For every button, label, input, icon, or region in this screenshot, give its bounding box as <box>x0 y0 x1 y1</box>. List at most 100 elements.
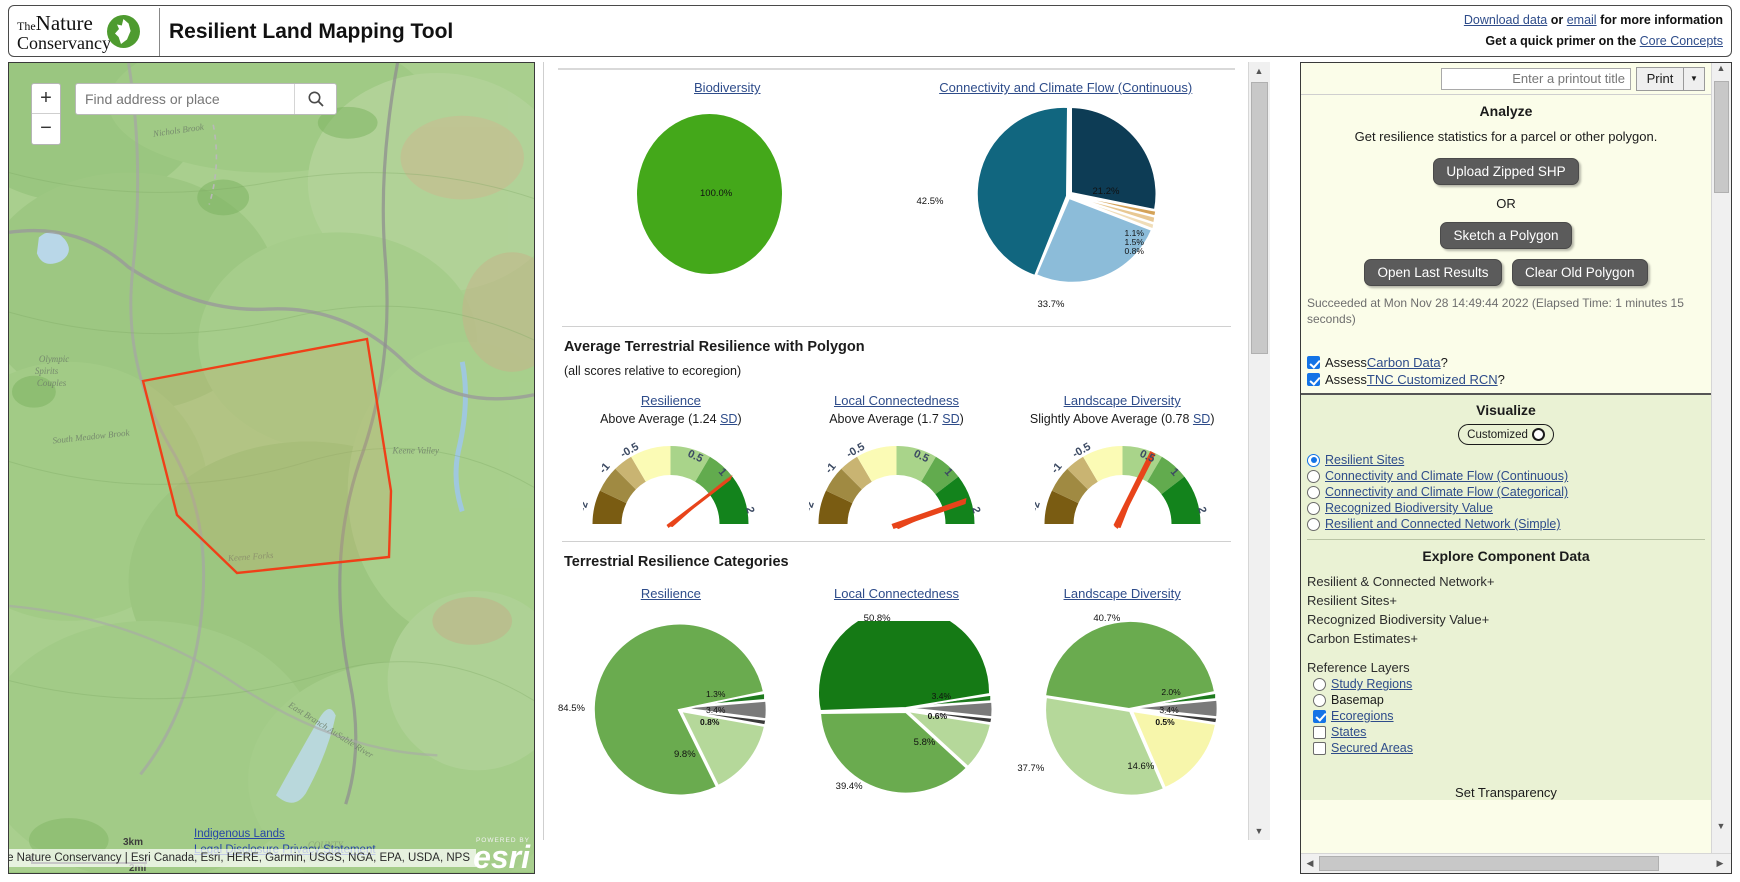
explore-item-resilient-sites[interactable]: Resilient Sites+ <box>1301 593 1711 608</box>
email-link[interactable]: email <box>1567 13 1597 27</box>
checkbox-ecoregions[interactable] <box>1313 709 1326 723</box>
pie-slice-label: 84.5% <box>558 702 585 714</box>
explore-item-carbon-estimates[interactable]: Carbon Estimates+ <box>1301 631 1711 646</box>
radio-basemap[interactable] <box>1313 693 1326 707</box>
panel-scroll-up-arrow[interactable]: ▲ <box>1712 63 1730 73</box>
reference-layer-label[interactable]: States <box>1331 725 1366 739</box>
visualize-option-label[interactable]: Connectivity and Climate Flow (Continuou… <box>1325 469 1568 483</box>
checkbox-secured-areas[interactable] <box>1313 741 1326 755</box>
reference-layer-study-regions[interactable]: Study Regions <box>1301 677 1711 691</box>
pie-slice-label: 0.8% <box>1124 246 1144 257</box>
map-zoom-controls[interactable]: + − <box>31 83 61 145</box>
chart-title-cat-landscape-diversity[interactable]: Landscape Diversity <box>1064 586 1181 601</box>
download-data-link[interactable]: Download data <box>1464 13 1547 27</box>
report-scrollbar[interactable]: ▲ ▼ <box>1248 62 1270 840</box>
tools-panel-hscrollbar[interactable]: ◀ ▶ <box>1301 853 1731 873</box>
print-button[interactable]: Print <box>1636 66 1684 91</box>
visualize-option-rcn-simple[interactable]: Resilient and Connected Network (Simple) <box>1301 517 1711 531</box>
pie-slice-label: 0.5% <box>1155 716 1175 727</box>
assess-carbon-data-checkbox[interactable] <box>1307 356 1320 370</box>
printout-title-input[interactable] <box>1441 67 1631 90</box>
scroll-up-arrow[interactable]: ▲ <box>1249 62 1269 80</box>
radio-ccf-categorical[interactable] <box>1307 485 1320 499</box>
reference-layer-basemap[interactable]: Basemap <box>1301 693 1711 707</box>
visualize-option-label[interactable]: Resilient and Connected Network (Simple) <box>1325 517 1561 531</box>
carbon-data-link[interactable]: Carbon Data <box>1367 355 1441 370</box>
sd-link[interactable]: SD <box>720 412 737 426</box>
report-scroll-content: Biodiversity 100.0% Connectivity and Cli… <box>544 62 1249 840</box>
panel-scroll-down-arrow[interactable]: ▼ <box>1712 821 1730 831</box>
assess-suffix: ? <box>1497 372 1505 388</box>
panel-hscroll-thumb[interactable] <box>1319 856 1659 871</box>
assess-tnc-rcn-row[interactable]: Assess TNC Customized RCN? <box>1301 372 1711 387</box>
scroll-down-arrow[interactable]: ▼ <box>1249 822 1269 840</box>
visualize-option-label[interactable]: Connectivity and Climate Flow (Categoric… <box>1325 485 1568 499</box>
metric-title-local-connectedness[interactable]: Local Connectedness <box>834 393 959 408</box>
radio-resilient-sites[interactable] <box>1307 453 1320 467</box>
reference-layer-label[interactable]: Ecoregions <box>1331 709 1394 723</box>
reference-layer-secured-areas[interactable]: Secured Areas <box>1301 741 1711 755</box>
reference-layer-ecoregions[interactable]: Ecoregions <box>1301 709 1711 723</box>
chart-title-connectivity[interactable]: Connectivity and Climate Flow (Continuou… <box>939 80 1192 95</box>
pie-slice-label: 33.7% <box>1037 299 1065 311</box>
assess-suffix: ? <box>1440 355 1448 371</box>
visualize-title: Visualize <box>1476 402 1536 419</box>
upload-zipped-shp-button[interactable]: Upload Zipped SHP <box>1433 158 1579 185</box>
indigenous-lands-link[interactable]: Indigenous Lands <box>194 828 285 840</box>
radio-ccf-continuous[interactable] <box>1307 469 1320 483</box>
set-transparency-label[interactable]: Set Transparency <box>1301 785 1711 800</box>
radio-study-regions[interactable] <box>1313 677 1326 691</box>
assess-carbon-data-row[interactable]: Assess Carbon Data? <box>1301 355 1711 370</box>
reference-layer-label[interactable]: Secured Areas <box>1331 741 1413 755</box>
zoom-out-button[interactable]: − <box>32 114 60 144</box>
reference-layer-label[interactable]: Study Regions <box>1331 677 1412 691</box>
zoom-in-button[interactable]: + <box>32 84 60 114</box>
logo-nature: Nature <box>35 10 93 35</box>
metric-title-landscape-diversity[interactable]: Landscape Diversity <box>1064 393 1181 408</box>
chart-title-cat-resilience[interactable]: Resilience <box>641 586 701 601</box>
explore-item-rcn[interactable]: Resilient & Connected Network+ <box>1301 574 1711 589</box>
tnc-customized-rcn-link[interactable]: TNC Customized RCN <box>1367 372 1498 387</box>
assess-tnc-rcn-checkbox[interactable] <box>1307 373 1320 387</box>
esri-logo: POWERED BY esri <box>473 837 530 873</box>
search-icon[interactable] <box>294 84 336 114</box>
checkbox-states[interactable] <box>1313 725 1326 739</box>
chart-connectivity: Connectivity and Climate Flow (Continuou… <box>897 80 1236 310</box>
sketch-polygon-button[interactable]: Sketch a Polygon <box>1440 222 1572 249</box>
visualize-option-ccf-categorical[interactable]: Connectivity and Climate Flow (Categoric… <box>1301 485 1711 499</box>
analyze-description: Get resilience statistics for a parcel o… <box>1354 129 1658 144</box>
gauge-resilience: -2 -1 -0.5 0.5 1 2 <box>577 436 758 531</box>
chart-cat-resilience: Resilience 84.5% 1.3% 3.4% 0.8% 9.8% <box>558 586 784 810</box>
explore-item-recognized-biodiversity[interactable]: Recognized Biodiversity Value+ <box>1301 612 1711 627</box>
map-search[interactable] <box>75 83 337 115</box>
core-concepts-link[interactable]: Core Concepts <box>1640 34 1723 48</box>
visualize-option-resilient-sites[interactable]: Resilient Sites <box>1301 453 1711 467</box>
panel-hscroll-right-arrow[interactable]: ▶ <box>1711 858 1729 869</box>
panel-scroll-thumb[interactable] <box>1714 81 1729 193</box>
chevron-down-icon[interactable]: ▼ <box>1683 66 1705 91</box>
open-last-results-button[interactable]: Open Last Results <box>1364 259 1502 286</box>
sd-link[interactable]: SD <box>1193 412 1210 426</box>
chart-title-biodiversity[interactable]: Biodiversity <box>694 80 760 95</box>
clear-old-polygon-button[interactable]: Clear Old Polygon <box>1511 259 1648 286</box>
report-scroll-thumb[interactable] <box>1251 82 1268 354</box>
reference-layer-states[interactable]: States <box>1301 725 1711 739</box>
metric-rating-local-connectedness: Above Average (1.7 <box>829 412 943 427</box>
panel-hscroll-left-arrow[interactable]: ◀ <box>1301 858 1319 869</box>
leaf-logo-icon <box>107 15 140 48</box>
sd-link[interactable]: SD <box>942 412 959 426</box>
map-view[interactable]: Nichols Brook Keene Olympic Spirits Coup… <box>8 62 535 874</box>
tools-panel-scrollbar[interactable]: ▲ ▼ <box>1711 63 1731 853</box>
chart-title-cat-local-connectedness[interactable]: Local Connectedness <box>834 586 959 601</box>
radio-recognized-biodiversity[interactable] <box>1307 501 1320 515</box>
metric-rating-end: ) <box>959 412 964 427</box>
visualize-option-label[interactable]: Recognized Biodiversity Value <box>1325 501 1493 515</box>
metric-title-resilience[interactable]: Resilience <box>641 393 701 408</box>
visualize-option-label[interactable]: Resilient Sites <box>1325 453 1404 467</box>
customized-toggle[interactable]: Customized <box>1458 424 1554 446</box>
search-input[interactable] <box>76 84 294 114</box>
visualize-option-recognized-biodiversity[interactable]: Recognized Biodiversity Value <box>1301 501 1711 515</box>
visualize-option-ccf-continuous[interactable]: Connectivity and Climate Flow (Continuou… <box>1301 469 1711 483</box>
radio-rcn-simple[interactable] <box>1307 517 1320 531</box>
chart-biodiversity: Biodiversity 100.0% <box>558 80 897 304</box>
